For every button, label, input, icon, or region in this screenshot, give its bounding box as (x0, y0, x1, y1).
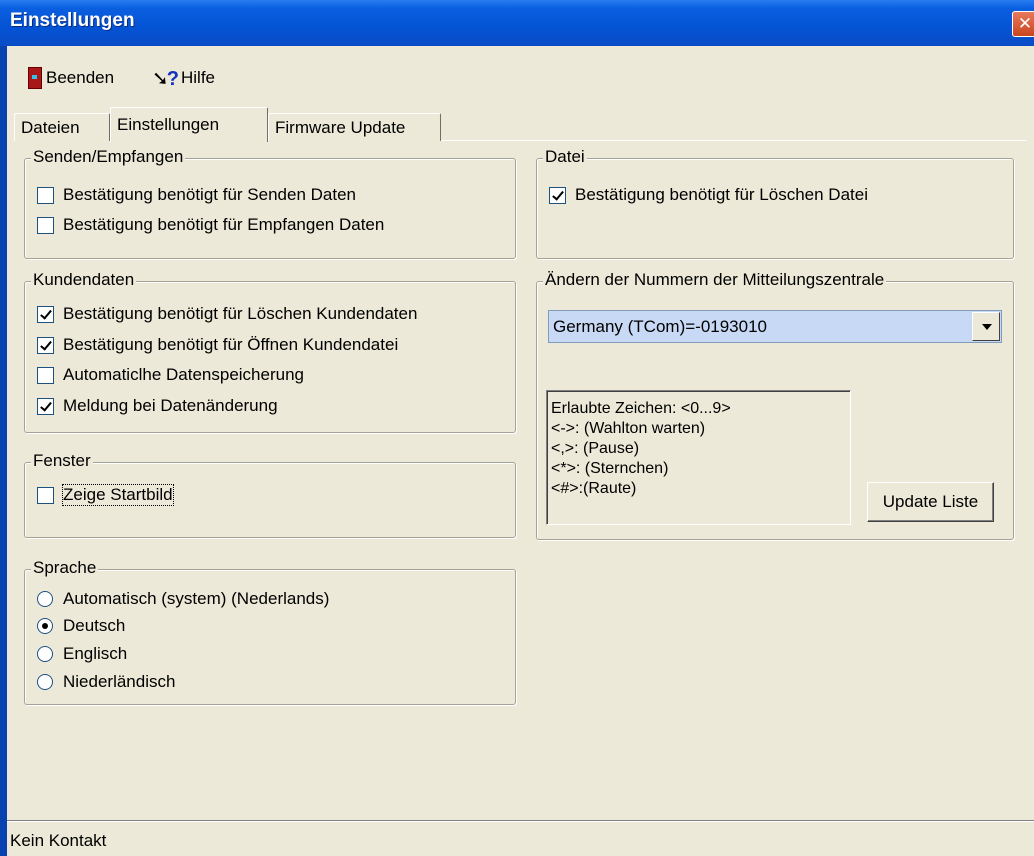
allowed-chars-line: Erlaubte Zeichen: <0...9> (551, 400, 731, 417)
allowed-chars-line: <*>: (Sternchen) (551, 460, 669, 477)
radio-label: Niederländisch (63, 672, 176, 691)
language-group: Sprache Automatisch (system) (Nederlands… (24, 558, 516, 705)
checkbox-box[interactable] (37, 305, 54, 323)
allowed-chars-line: <,>: (Pause) (551, 440, 640, 457)
file-group-title: Datei (543, 147, 587, 167)
tab-firmware-update[interactable]: Firmware Update (268, 113, 441, 141)
allowed-chars-line: <->: (Wahlton warten) (551, 420, 706, 437)
checkbox-label: Automaticlhe Datenspeicherung (63, 365, 304, 384)
checkbox-box[interactable] (37, 397, 54, 415)
tab-einstellungen[interactable]: Einstellungen (110, 107, 268, 142)
quit-label: Beenden (46, 68, 115, 87)
allowed-characters-box: Erlaubte Zeichen: <0...9> <->: (Wahlton … (546, 390, 851, 525)
confirm-receive-checkbox[interactable]: Bestätigung benötigt für Empfangen Daten (37, 213, 384, 237)
change-notice-checkbox[interactable]: Meldung bei Datenänderung (37, 394, 278, 418)
chevron-down-icon[interactable] (972, 312, 1000, 341)
show-splash-checkbox[interactable]: Zeige Startbild (37, 483, 174, 507)
confirm-delete-file-checkbox[interactable]: Bestätigung benötigt für Löschen Datei (549, 183, 868, 207)
language-option-niederlaendisch[interactable]: Niederländisch (37, 670, 175, 694)
auto-save-checkbox[interactable]: Automaticlhe Datenspeicherung (37, 363, 304, 387)
checkbox-box[interactable] (37, 486, 54, 504)
checkbox-label: Bestätigung benötigt für Öffnen Kundenda… (63, 335, 399, 354)
door-exit-icon (28, 67, 42, 89)
language-title: Sprache (31, 558, 99, 578)
status-text: Kein Kontakt (10, 831, 107, 850)
checkbox-label: Meldung bei Datenänderung (63, 396, 278, 415)
send-receive-title: Senden/Empfangen (31, 147, 186, 167)
radio-button[interactable] (37, 646, 53, 662)
radio-label: Englisch (63, 644, 128, 663)
confirm-delete-customer-checkbox[interactable]: Bestätigung benötigt für Löschen Kundend… (37, 302, 417, 326)
checkbox-box[interactable] (549, 186, 566, 204)
radio-button[interactable] (37, 618, 53, 634)
help-pointer-icon: ➘? (152, 67, 179, 90)
checkbox-label: Bestätigung benötigt für Löschen Kundend… (63, 304, 418, 323)
update-list-button[interactable]: Update Liste (867, 482, 994, 522)
radio-label: Deutsch (63, 616, 126, 635)
checkbox-label: Zeige Startbild (62, 484, 174, 506)
close-button[interactable]: ✕ (1012, 11, 1034, 37)
file-group: Datei Bestätigung benötigt für Löschen D… (536, 147, 1014, 259)
window-group: Fenster Zeige Startbild (24, 451, 516, 538)
customer-data-group: Kundendaten Bestätigung benötigt für Lös… (24, 270, 516, 433)
confirm-open-customer-checkbox[interactable]: Bestätigung benötigt für Öffnen Kundenda… (37, 333, 398, 357)
checkbox-box[interactable] (37, 216, 54, 234)
selected-value: Germany (TCom)=-0193010 (553, 317, 768, 336)
help-button[interactable]: ➘? Hilfe (152, 65, 215, 91)
language-option-englisch[interactable]: Englisch (37, 642, 127, 666)
tab-dateien[interactable]: Dateien (14, 113, 110, 141)
checkbox-box[interactable] (37, 366, 54, 384)
help-label: Hilfe (180, 68, 215, 87)
language-option-deutsch[interactable]: Deutsch (37, 614, 125, 638)
checkbox-box[interactable] (37, 336, 54, 354)
radio-button[interactable] (37, 591, 53, 607)
send-receive-group: Senden/Empfangen Bestätigung benötigt fü… (24, 147, 516, 259)
window-left-border (0, 0, 7, 856)
checkbox-label: Bestätigung benötigt für Empfangen Daten (63, 215, 385, 234)
title-bar[interactable]: Einstellungen ✕ (0, 0, 1034, 46)
checkbox-label: Bestätigung benötigt für Senden Daten (63, 185, 356, 204)
customer-data-title: Kundendaten (31, 270, 137, 290)
window-title: Einstellungen (10, 10, 135, 31)
radio-label: Automatisch (system) (Nederlands) (63, 589, 330, 608)
checkbox-box[interactable] (37, 186, 54, 204)
language-option-auto[interactable]: Automatisch (system) (Nederlands) (37, 587, 329, 611)
window-group-title: Fenster (31, 451, 93, 471)
quit-button[interactable]: Beenden (28, 65, 114, 91)
message-center-select[interactable]: Germany (TCom)=-0193010 (548, 310, 1002, 343)
checkbox-label: Bestätigung benötigt für Löschen Datei (575, 185, 868, 204)
status-bar-divider (7, 820, 1034, 822)
message-center-title: Ändern der Nummern der Mitteilungszentra… (543, 270, 887, 290)
confirm-send-checkbox[interactable]: Bestätigung benötigt für Senden Daten (37, 183, 356, 207)
radio-button[interactable] (37, 674, 53, 690)
allowed-chars-line: <#>:(Raute) (551, 480, 637, 497)
